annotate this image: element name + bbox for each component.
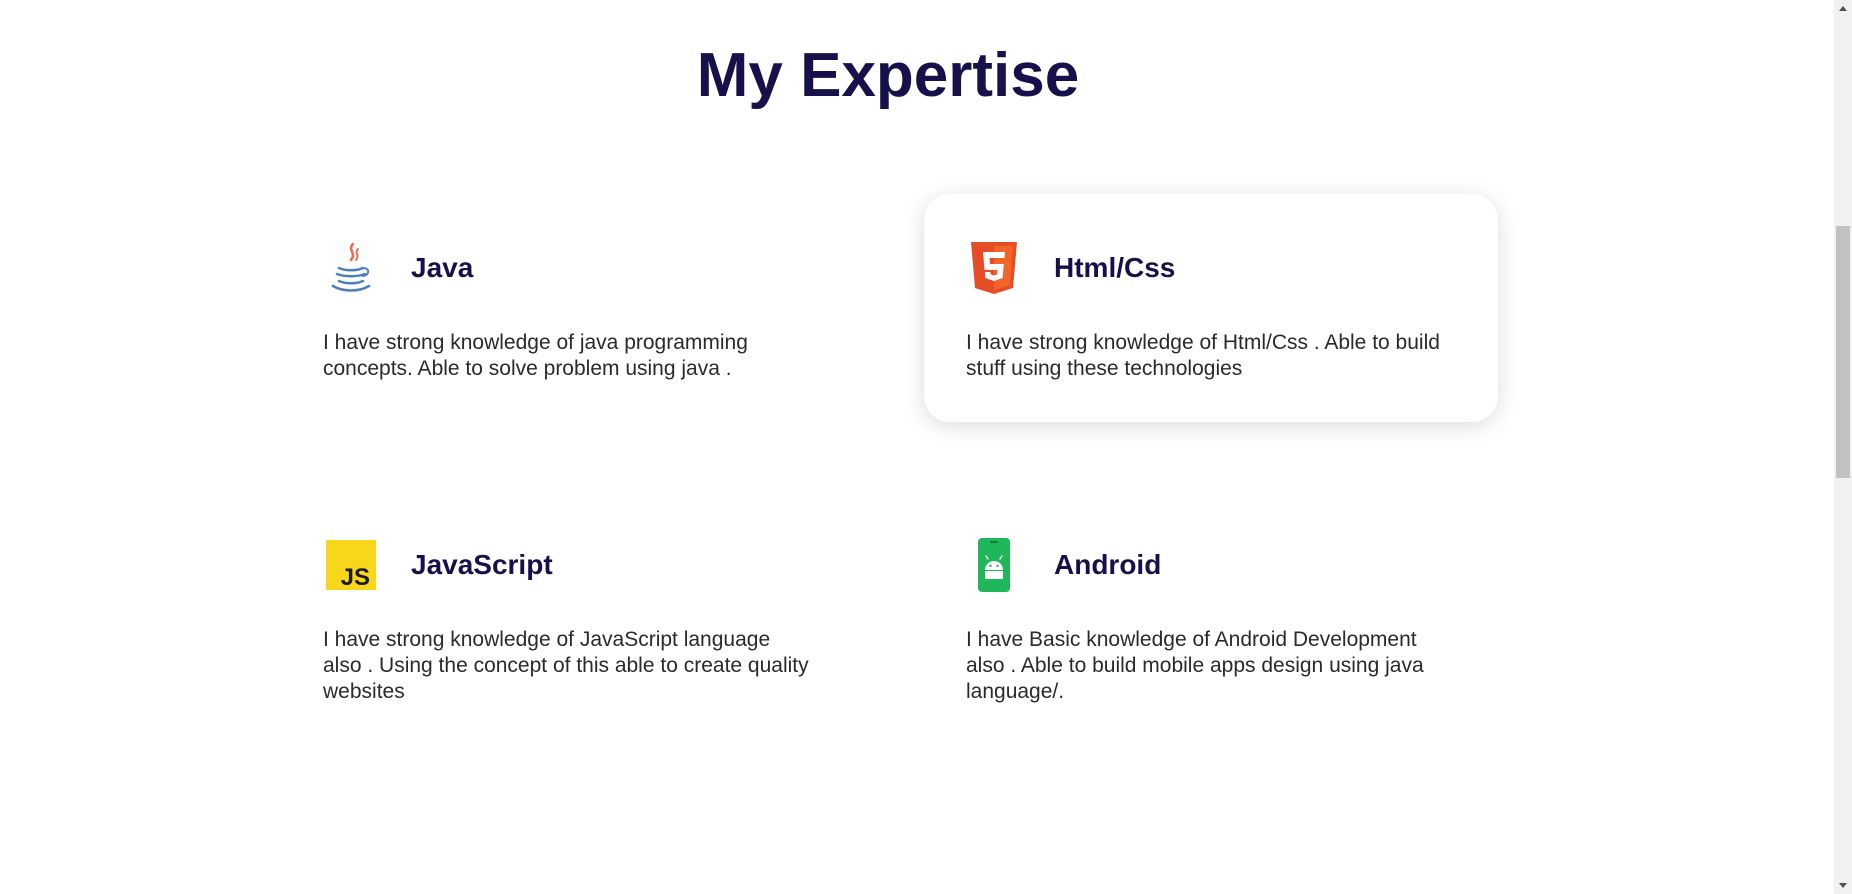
javascript-icon: JS [323,537,379,593]
expertise-card-html-css: Html/Css I have strong knowledge of Html… [924,194,1498,422]
card-header: JS JavaScript [323,537,553,593]
card-description: I have strong knowledge of java programm… [323,331,748,380]
scroll-up-icon[interactable] [1839,6,1847,11]
expertise-card-javascript: JS JavaScript I have strong knowledge of… [281,491,855,719]
android-icon [966,537,1022,593]
scrollbar-thumb[interactable] [1836,226,1850,478]
card-title: Android [1054,549,1162,580]
html5-icon [966,240,1022,296]
svg-text:JS: JS [341,564,370,591]
card-title: JavaScript [411,549,553,580]
page-scrollbar[interactable] [1834,0,1852,894]
expertise-page: My Expertise Java I have strong knowledg… [0,0,1852,894]
card-title: Html/Css [1054,252,1176,283]
card-header: Html/Css [966,240,1175,296]
card-description: I have strong knowledge of Html/Css . Ab… [966,331,1440,380]
card-header: Android [966,537,1161,593]
card-header: Java [323,240,473,296]
card-description: I have Basic knowledge of Android Develo… [966,628,1424,703]
card-description: I have strong knowledge of JavaScript la… [323,628,809,703]
java-icon [323,240,379,296]
scroll-down-icon[interactable] [1839,883,1847,888]
section-title: My Expertise [696,41,1080,110]
expertise-card-java: Java I have strong knowledge of java pro… [281,194,855,422]
expertise-card-android: Android I have Basic knowledge of Androi… [924,491,1498,719]
card-title: Java [411,252,474,283]
